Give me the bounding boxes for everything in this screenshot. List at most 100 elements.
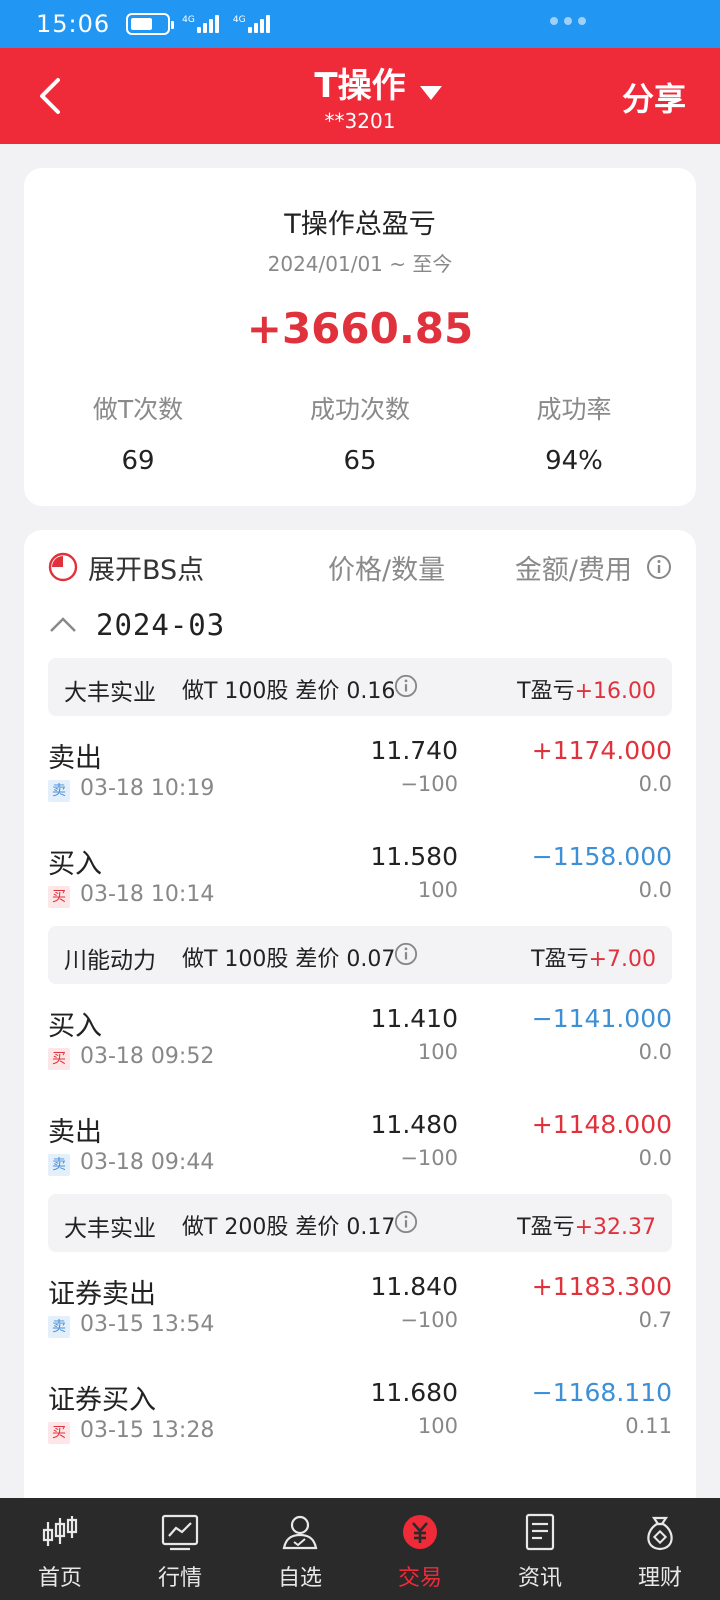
column-price-qty: 价格/数量 [328, 555, 446, 586]
trade-fee: 0.7 [638, 1308, 672, 1332]
candlestick-icon [42, 1516, 78, 1546]
info-icon[interactable] [394, 1210, 418, 1234]
trade-time: 03-15 13:54 [80, 1312, 215, 1337]
expand-bs-button[interactable]: 展开BS点 [88, 548, 204, 587]
trade-type: 卖出 [48, 743, 102, 774]
yen-icon [403, 1515, 437, 1549]
trade-price: 11.410 [370, 1004, 458, 1033]
tab-wealth[interactable]: 理财 [600, 1498, 720, 1600]
stock-name: 川能动力 [64, 948, 156, 974]
trade-row[interactable]: 证券买入 买 03-15 13:28 11.680 100 −1168.110 … [48, 1374, 672, 1464]
tab-watchlist[interactable]: 自选 [240, 1498, 360, 1600]
tab-label: 交易 [397, 1566, 442, 1591]
stat-value: 94% [545, 446, 603, 476]
trade-price: 11.840 [370, 1272, 458, 1301]
t-profit-loss-value: +16.00 [574, 679, 656, 704]
trade-row[interactable]: 买入 买 03-18 09:52 11.410 100 −1141.000 0.… [48, 1000, 672, 1090]
trade-type: 买入 [48, 1011, 102, 1042]
money-bag-icon [647, 1516, 673, 1551]
buy-badge: 买 [48, 886, 70, 908]
chevron-up-icon [50, 617, 76, 632]
share-button[interactable]: 分享 [622, 74, 686, 120]
t-profit-loss-value: +32.37 [574, 1215, 656, 1240]
trade-type: 证券卖出 [48, 1279, 156, 1310]
status-time: 15:06 [36, 10, 111, 38]
header-bar: T操作 **3201 分享 [0, 48, 720, 144]
trade-price: 11.580 [370, 842, 458, 871]
trade-time: 03-18 10:14 [80, 882, 215, 907]
tab-market[interactable]: 行情 [120, 1498, 240, 1600]
user-check-icon [282, 1515, 318, 1550]
trade-row[interactable]: 卖出 卖 03-18 10:19 11.740 −100 +1174.000 0… [48, 732, 672, 822]
t-description: 做T 100股 差价 0.07 [182, 947, 396, 972]
trade-type: 买入 [48, 849, 102, 880]
account-switcher[interactable]: T操作 **3201 [0, 58, 720, 133]
battery-icon [126, 13, 175, 35]
trade-row[interactable]: 证券卖出 卖 03-15 13:54 11.840 −100 +1183.300… [48, 1268, 672, 1358]
stat-value: 69 [121, 446, 155, 476]
trade-amount: −1141.000 [531, 1004, 672, 1033]
date-range[interactable]: 2024/01/01 ~ 至今 [24, 248, 696, 277]
t-profit-loss: T盈亏+16.00 [517, 673, 656, 705]
trade-quantity: −100 [400, 1308, 458, 1332]
stat-success-rate: 成功率 94% [462, 390, 686, 476]
pie-chart-icon[interactable] [48, 552, 78, 582]
t-profit-loss-label: T盈亏 [517, 679, 575, 704]
trade-price: 11.680 [370, 1378, 458, 1407]
account-number: **3201 [324, 109, 396, 133]
info-icon[interactable] [394, 942, 418, 966]
tab-label: 首页 [37, 1566, 82, 1591]
t-group-header: 川能动力 做T 100股 差价 0.07 T盈亏+7.00 [48, 926, 672, 984]
total-profit-loss: +3660.85 [246, 304, 474, 353]
list-header: 展开BS点 价格/数量 金额/费用 [24, 548, 696, 588]
column-amount-fee: 金额/费用 [514, 555, 632, 586]
signal-icon-2: 4G [233, 15, 272, 33]
info-icon[interactable] [646, 554, 672, 580]
buy-badge: 买 [48, 1422, 70, 1444]
tab-home[interactable]: 首页 [0, 1498, 120, 1600]
trade-type: 卖出 [48, 1117, 102, 1148]
trade-quantity: −100 [400, 772, 458, 796]
trade-list-card: 展开BS点 价格/数量 金额/费用 2024-03 大丰实业 做T 100股 差… [24, 530, 696, 1530]
tab-label: 行情 [157, 1566, 202, 1591]
stat-label: 成功率 [536, 395, 612, 424]
signal-icon: 4G [182, 15, 221, 33]
sell-badge: 卖 [48, 1316, 70, 1338]
stat-value: 65 [343, 446, 377, 476]
trade-fee: 0.0 [638, 1040, 672, 1064]
network-type-2: 4G [232, 15, 246, 25]
buy-badge: 买 [48, 1048, 70, 1070]
caret-down-icon[interactable] [420, 86, 442, 102]
t-profit-loss-label: T盈亏 [517, 1215, 575, 1240]
stat-t-count: 做T次数 69 [26, 390, 250, 476]
sell-badge: 卖 [48, 1154, 70, 1176]
t-profit-loss: T盈亏+7.00 [531, 941, 656, 973]
month-label: 2024-03 [96, 608, 226, 642]
stat-success-count: 成功次数 65 [248, 390, 472, 476]
summary-card: T操作总盈亏 2024/01/01 ~ 至今 +3660.85 做T次数 69 … [24, 168, 696, 506]
stock-name: 大丰实业 [64, 680, 156, 706]
sell-badge: 卖 [48, 780, 70, 802]
t-profit-loss-label: T盈亏 [531, 947, 589, 972]
tab-trade[interactable]: 交易 [360, 1498, 480, 1600]
t-description: 做T 100股 差价 0.16 [182, 679, 396, 704]
trade-row[interactable]: 买入 买 03-18 10:14 11.580 100 −1158.000 0.… [48, 838, 672, 928]
stat-label: 成功次数 [309, 395, 410, 424]
tab-label: 理财 [637, 1566, 682, 1591]
info-icon[interactable] [394, 674, 418, 698]
t-group-header: 大丰实业 做T 100股 差价 0.16 T盈亏+16.00 [48, 658, 672, 716]
trade-quantity: −100 [400, 1146, 458, 1170]
trade-price: 11.740 [370, 736, 458, 765]
trade-amount: −1158.000 [531, 842, 672, 871]
tab-news[interactable]: 资讯 [480, 1498, 600, 1600]
market-chart-icon [161, 1514, 199, 1551]
bottom-tab-bar: 首页 行情 自选 交易 资讯 理财 [0, 1498, 720, 1600]
stat-label: 做T次数 [92, 395, 184, 424]
trade-amount: +1183.300 [531, 1272, 672, 1301]
trade-fee: 0.0 [638, 878, 672, 902]
status-indicators [550, 10, 630, 36]
tab-label: 自选 [277, 1566, 322, 1591]
trade-time: 03-18 09:44 [80, 1150, 215, 1175]
status-bar: 15:06 4G 4G [0, 0, 720, 48]
trade-row[interactable]: 卖出 卖 03-18 09:44 11.480 −100 +1148.000 0… [48, 1106, 672, 1196]
